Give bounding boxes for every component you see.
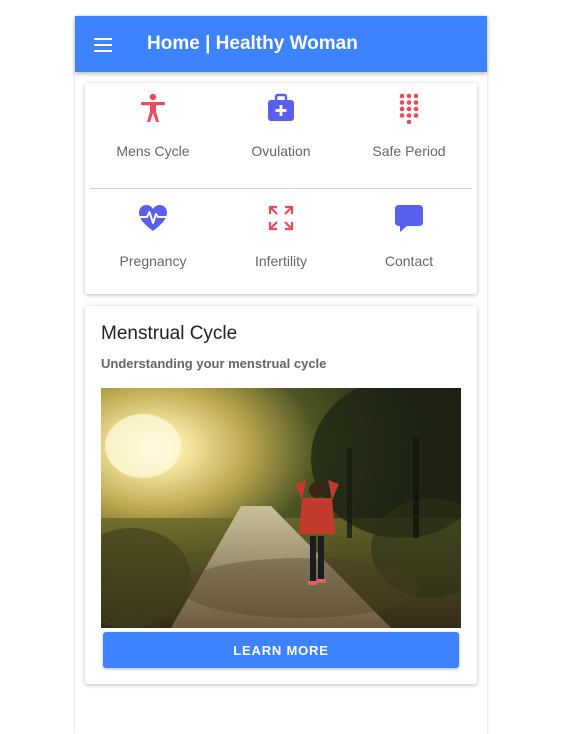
- tile-infertility[interactable]: Infertility: [217, 202, 345, 282]
- page-title: Home | Healthy Woman: [147, 33, 358, 54]
- menstrual-cycle-card: Menstrual Cycle Understanding your menst…: [85, 306, 477, 684]
- tile-label: Contact: [384, 253, 434, 269]
- dot-grid-icon: [399, 93, 419, 124]
- menu-icon[interactable]: [94, 38, 112, 52]
- tile-label: Infertility: [254, 253, 308, 269]
- tile-label: Safe Period: [372, 143, 446, 159]
- app-frame: Home | Healthy Woman Mens Cycle Ovulatio…: [75, 16, 487, 734]
- feature-grid-card: Mens Cycle Ovulation Safe Period Pregnan…: [85, 83, 477, 294]
- card-photo: [101, 388, 461, 628]
- card-title: Menstrual Cycle: [101, 323, 238, 344]
- tile-label: Ovulation: [251, 143, 311, 159]
- chat-bubble-icon: [395, 205, 423, 232]
- heart-pulse-icon: [138, 205, 168, 231]
- grid-divider: [90, 188, 472, 189]
- expand-arrows-icon: [268, 205, 294, 231]
- first-aid-bag-icon: [268, 93, 294, 121]
- app-bar: Home | Healthy Woman: [75, 16, 487, 72]
- tile-label: Mens Cycle: [116, 143, 190, 159]
- learn-more-button[interactable]: LEARN MORE: [103, 632, 459, 668]
- tile-safe-period[interactable]: Safe Period: [345, 92, 473, 172]
- tile-contact[interactable]: Contact: [345, 202, 473, 282]
- tile-ovulation[interactable]: Ovulation: [217, 92, 345, 172]
- tile-label: Pregnancy: [119, 253, 187, 269]
- woman-walking-photo-image: [101, 388, 461, 628]
- human-figure-icon: [141, 93, 165, 122]
- tile-pregnancy[interactable]: Pregnancy: [89, 202, 217, 282]
- tile-mens-cycle[interactable]: Mens Cycle: [89, 92, 217, 172]
- card-subtitle: Understanding your menstrual cycle: [101, 356, 327, 371]
